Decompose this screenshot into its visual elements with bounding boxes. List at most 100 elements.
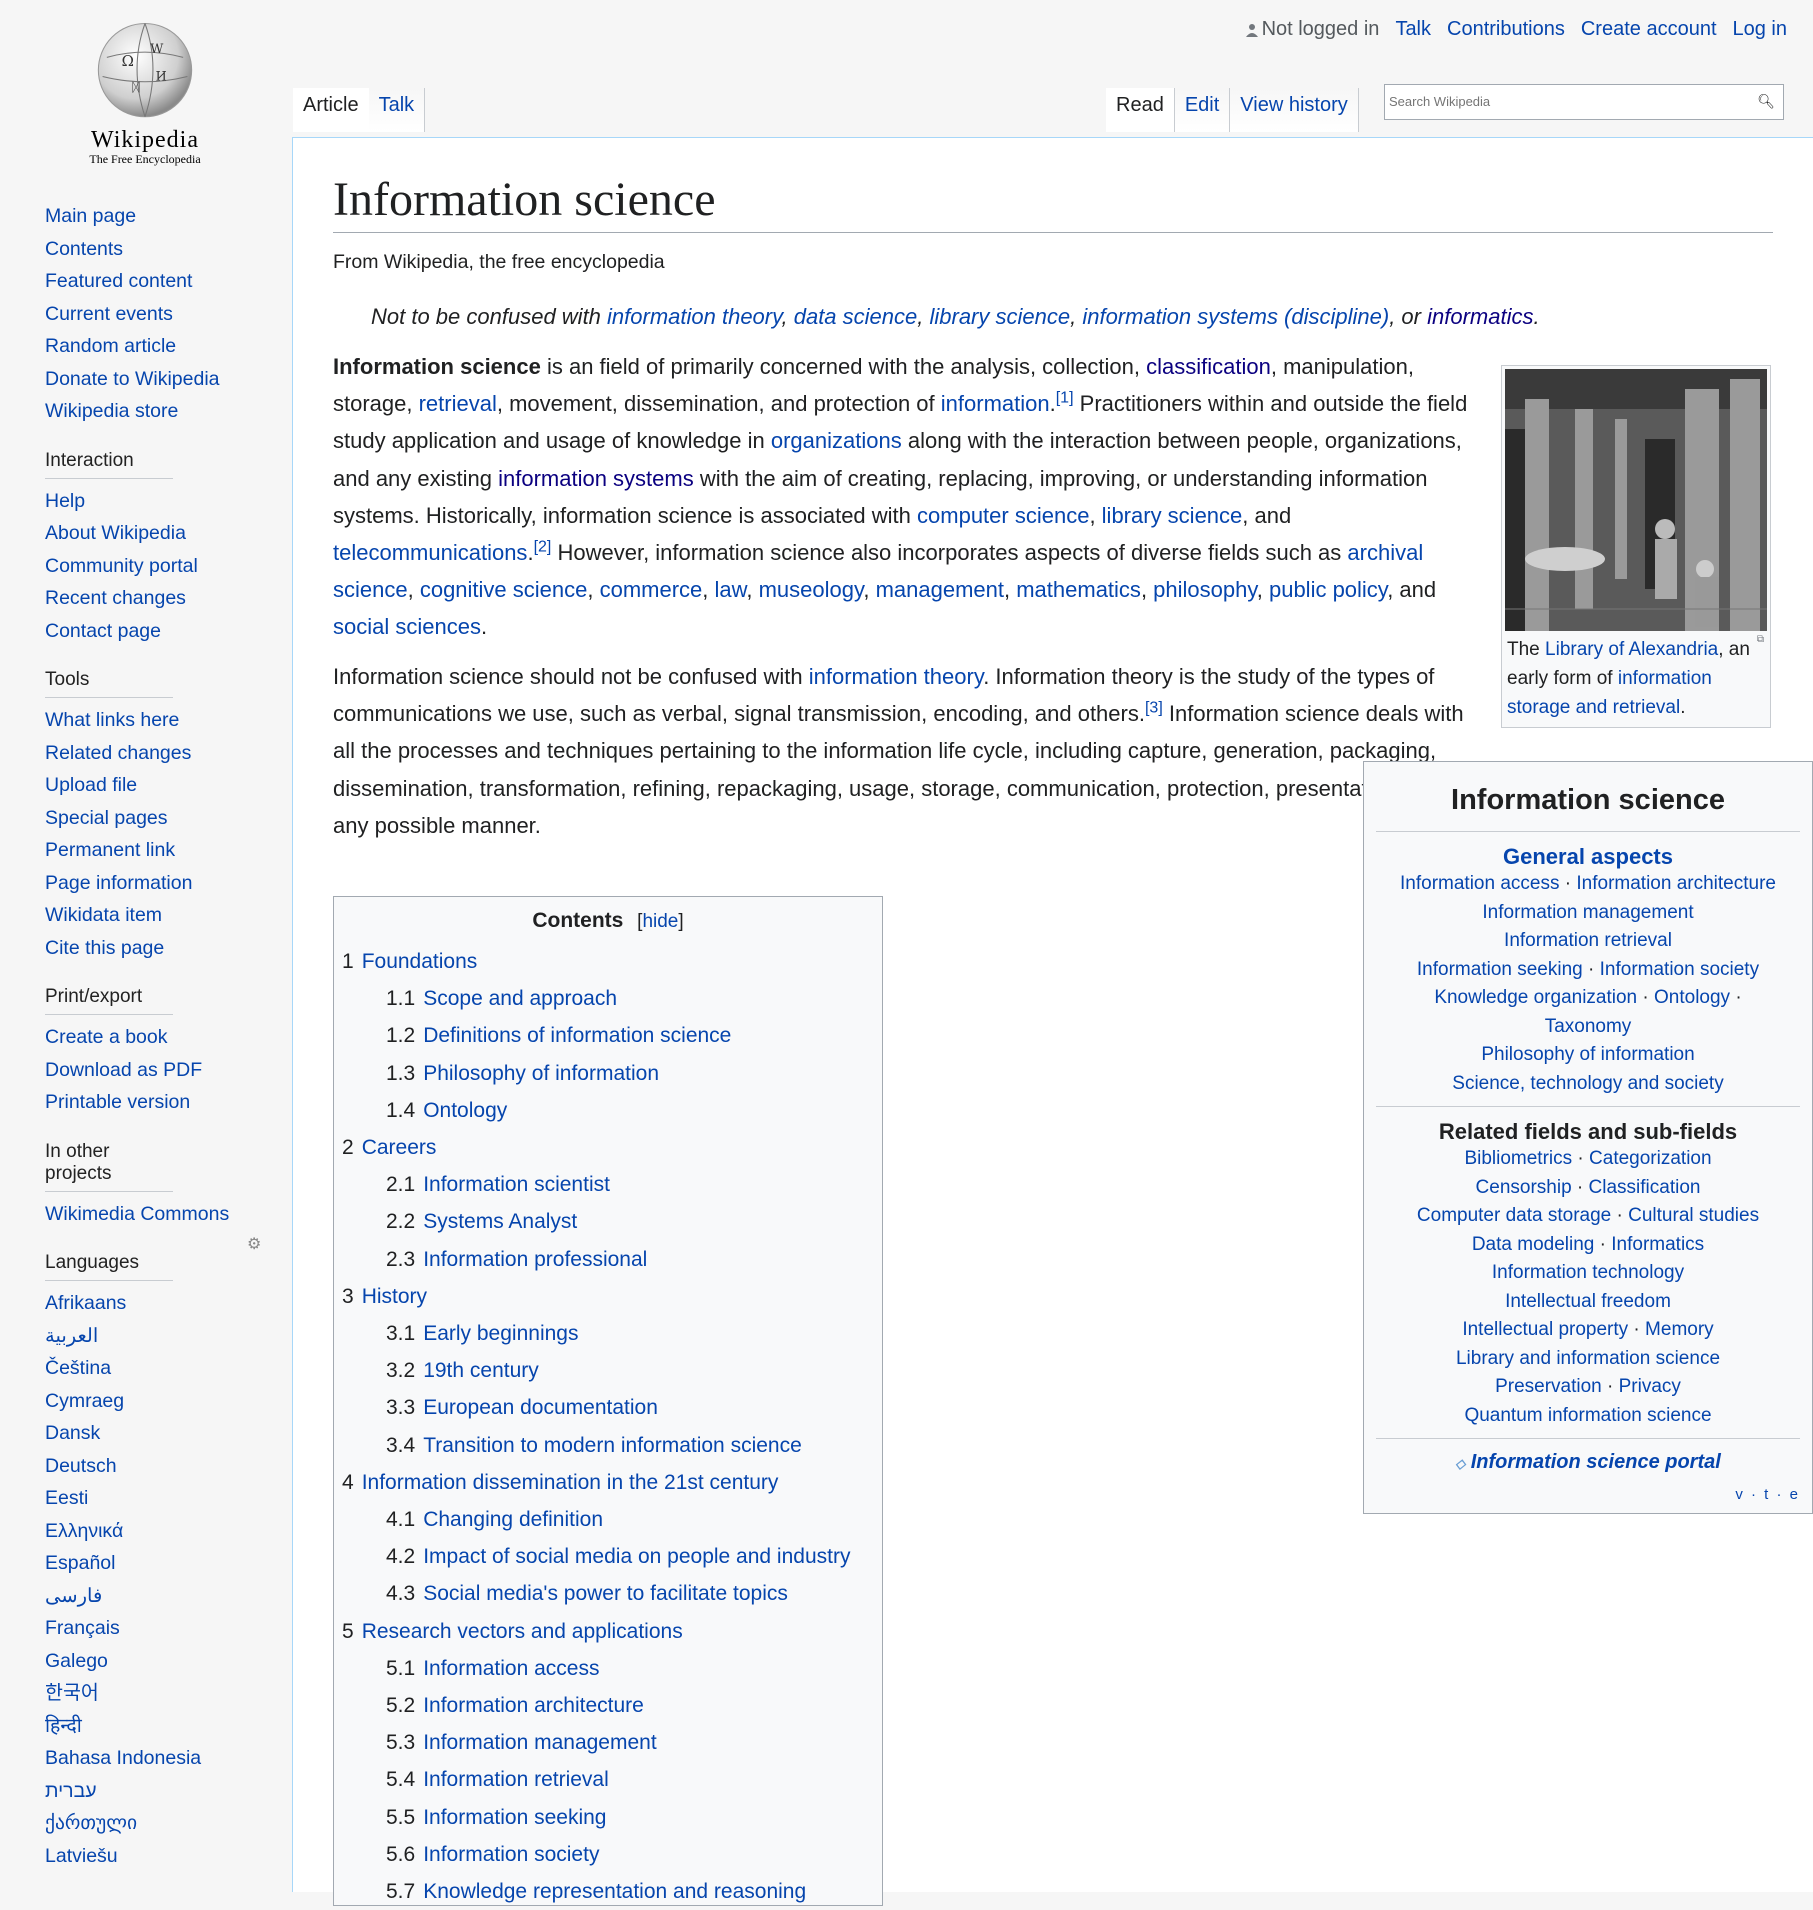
lang-indonesian[interactable]: Bahasa Indonesia bbox=[45, 1747, 201, 1769]
link-library-of-alexandria[interactable]: Library of Alexandria bbox=[1545, 639, 1718, 660]
sidebar-donate[interactable]: Donate to Wikipedia bbox=[45, 368, 220, 390]
sidebar-contents[interactable]: Contents bbox=[45, 238, 123, 260]
login-link[interactable]: Log in bbox=[1733, 18, 1788, 41]
toc-item-3-2[interactable]: 3.2 19th century bbox=[342, 1352, 874, 1389]
toc-item-1-1[interactable]: 1.1 Scope and approach bbox=[342, 980, 874, 1017]
lang-danish[interactable]: Dansk bbox=[45, 1422, 100, 1444]
lang-french[interactable]: Français bbox=[45, 1617, 120, 1639]
navbox-link-information-retrieval[interactable]: Information retrieval bbox=[1504, 930, 1672, 951]
link-library-science[interactable]: library science bbox=[1102, 503, 1243, 528]
hatnote-link-information-theory[interactable]: information theory bbox=[607, 304, 781, 329]
hatnote-link-library-science[interactable]: library science bbox=[929, 304, 1070, 329]
navbox-link-computer-data-storage[interactable]: Computer data storage bbox=[1417, 1205, 1611, 1226]
toc-link[interactable]: Social media's power to facilitate topic… bbox=[423, 1582, 788, 1605]
navbox-link-science-technology-and-society[interactable]: Science, technology and society bbox=[1452, 1073, 1723, 1094]
link-social-sciences[interactable]: social sciences bbox=[333, 614, 481, 639]
library-of-alexandria-image[interactable] bbox=[1505, 369, 1767, 631]
toc-item-5-4[interactable]: 5.4 Information retrieval bbox=[342, 1761, 874, 1798]
lang-german[interactable]: Deutsch bbox=[45, 1455, 117, 1477]
sidebar-related-changes[interactable]: Related changes bbox=[45, 742, 191, 764]
navbox-link-library-and-information-science[interactable]: Library and information science bbox=[1456, 1348, 1720, 1369]
lang-hindi[interactable]: हिन्दी bbox=[45, 1715, 82, 1737]
sidebar-cite-this-page[interactable]: Cite this page bbox=[45, 937, 164, 959]
sidebar-wikimedia-commons[interactable]: Wikimedia Commons bbox=[45, 1203, 229, 1225]
sidebar-what-links-here[interactable]: What links here bbox=[45, 709, 179, 731]
create-account-link[interactable]: Create account bbox=[1581, 18, 1717, 41]
toc-hide-toggle[interactable]: [hide] bbox=[637, 911, 683, 932]
link-management[interactable]: management bbox=[876, 577, 1004, 602]
navbox-link-information-society[interactable]: Information society bbox=[1600, 959, 1759, 980]
navbox-link-quantum-information-science[interactable]: Quantum information science bbox=[1464, 1405, 1711, 1426]
link-classification[interactable]: classification bbox=[1146, 354, 1271, 379]
lang-spanish[interactable]: Español bbox=[45, 1552, 115, 1574]
navbox-link-categorization[interactable]: Categorization bbox=[1589, 1148, 1712, 1169]
vte-links[interactable]: v · t · e bbox=[1376, 1486, 1800, 1503]
sidebar-help[interactable]: Help bbox=[45, 490, 85, 512]
lang-arabic[interactable]: العربية bbox=[45, 1325, 98, 1347]
toc-item-5-6[interactable]: 5.6 Information society bbox=[342, 1836, 874, 1873]
toc-item-2[interactable]: 2 Careers bbox=[342, 1129, 874, 1166]
navbox-link-ontology[interactable]: Ontology bbox=[1654, 987, 1730, 1008]
tab-article[interactable]: Article bbox=[293, 88, 369, 132]
toc-item-4[interactable]: 4 Information dissemination in the 21st c… bbox=[342, 1464, 874, 1501]
sidebar-about[interactable]: About Wikipedia bbox=[45, 522, 186, 544]
talk-link[interactable]: Talk bbox=[1395, 18, 1431, 41]
sidebar-create-book[interactable]: Create a book bbox=[45, 1026, 168, 1048]
lang-georgian[interactable]: ქართული bbox=[45, 1812, 137, 1834]
toc-link[interactable]: Foundations bbox=[362, 950, 478, 973]
toc-item-1[interactable]: 1 Foundations bbox=[342, 943, 874, 980]
toc-item-4-3[interactable]: 4.3 Social media's power to facilitate to… bbox=[342, 1575, 874, 1612]
toc-item-1-2[interactable]: 1.2 Definitions of information science bbox=[342, 1017, 874, 1054]
toc-link[interactable]: Information scientist bbox=[423, 1173, 610, 1196]
toc-item-5-5[interactable]: 5.5 Information seeking bbox=[342, 1799, 874, 1836]
search-input[interactable] bbox=[1385, 85, 1753, 117]
toc-link[interactable]: Philosophy of information bbox=[423, 1062, 659, 1085]
navbox-link-information-management[interactable]: Information management bbox=[1482, 902, 1693, 923]
toc-item-1-3[interactable]: 1.3 Philosophy of information bbox=[342, 1055, 874, 1092]
toc-item-2-1[interactable]: 2.1 Information scientist bbox=[342, 1166, 874, 1203]
tab-talk[interactable]: Talk bbox=[368, 88, 426, 132]
sidebar-wikidata-item[interactable]: Wikidata item bbox=[45, 904, 162, 926]
sidebar-printable-version[interactable]: Printable version bbox=[45, 1091, 190, 1113]
toc-link[interactable]: Ontology bbox=[423, 1099, 507, 1122]
link-cognitive-science[interactable]: cognitive science bbox=[420, 577, 588, 602]
contributions-link[interactable]: Contributions bbox=[1447, 18, 1565, 41]
navbox-link-bibliometrics[interactable]: Bibliometrics bbox=[1464, 1148, 1572, 1169]
toc-link[interactable]: Information architecture bbox=[423, 1694, 644, 1717]
toc-item-5[interactable]: 5 Research vectors and applications bbox=[342, 1613, 874, 1650]
toc-link[interactable]: Information access bbox=[423, 1657, 599, 1680]
sidebar-featured-content[interactable]: Featured content bbox=[45, 270, 192, 292]
toc-item-5-2[interactable]: 5.2 Information architecture bbox=[342, 1687, 874, 1724]
sidebar-store[interactable]: Wikipedia store bbox=[45, 400, 178, 422]
navbox-link-data-modeling[interactable]: Data modeling bbox=[1472, 1234, 1595, 1255]
link-information-theory[interactable]: information theory bbox=[809, 664, 983, 689]
navbox-link-classification[interactable]: Classification bbox=[1589, 1177, 1701, 1198]
link-commerce[interactable]: commerce bbox=[600, 577, 703, 602]
toc-item-3-3[interactable]: 3.3 European documentation bbox=[342, 1389, 874, 1426]
navbox-link-information-architecture[interactable]: Information architecture bbox=[1576, 873, 1776, 894]
sidebar-page-information[interactable]: Page information bbox=[45, 872, 192, 894]
toc-item-3-4[interactable]: 3.4 Transition to modern information scie… bbox=[342, 1427, 874, 1464]
toc-link[interactable]: History bbox=[362, 1285, 427, 1308]
sidebar-community-portal[interactable]: Community portal bbox=[45, 555, 198, 577]
link-information-systems[interactable]: information systems bbox=[498, 466, 694, 491]
lang-welsh[interactable]: Cymraeg bbox=[45, 1390, 124, 1412]
toc-item-3-1[interactable]: 3.1 Early beginnings bbox=[342, 1315, 874, 1352]
wikipedia-logo[interactable]: Ω W И ᛞ Wikipedia The Free Encyclopedia bbox=[60, 15, 230, 166]
link-retrieval[interactable]: retrieval bbox=[419, 391, 497, 416]
sidebar-contact-page[interactable]: Contact page bbox=[45, 620, 161, 642]
navbox-link-information-access[interactable]: Information access bbox=[1400, 873, 1559, 894]
enlarge-icon[interactable]: ⧉ bbox=[1757, 634, 1764, 645]
tab-edit[interactable]: Edit bbox=[1174, 88, 1231, 132]
navbox-link-censorship[interactable]: Censorship bbox=[1476, 1177, 1572, 1198]
search-icon[interactable]: 🔍︎ bbox=[1757, 93, 1775, 110]
vte-text[interactable]: v · t · e bbox=[1735, 1486, 1800, 1503]
link-organizations[interactable]: organizations bbox=[771, 428, 902, 453]
hatnote-link-data-science[interactable]: data science bbox=[794, 304, 918, 329]
link-mathematics[interactable]: mathematics bbox=[1016, 577, 1141, 602]
toc-link[interactable]: 19th century bbox=[423, 1359, 539, 1382]
navbox-link-philosophy-of-information[interactable]: Philosophy of information bbox=[1481, 1044, 1694, 1065]
toc-link[interactable]: Definitions of information science bbox=[423, 1024, 731, 1047]
sidebar-upload-file[interactable]: Upload file bbox=[45, 774, 137, 796]
navbox-link-cultural-studies[interactable]: Cultural studies bbox=[1628, 1205, 1759, 1226]
